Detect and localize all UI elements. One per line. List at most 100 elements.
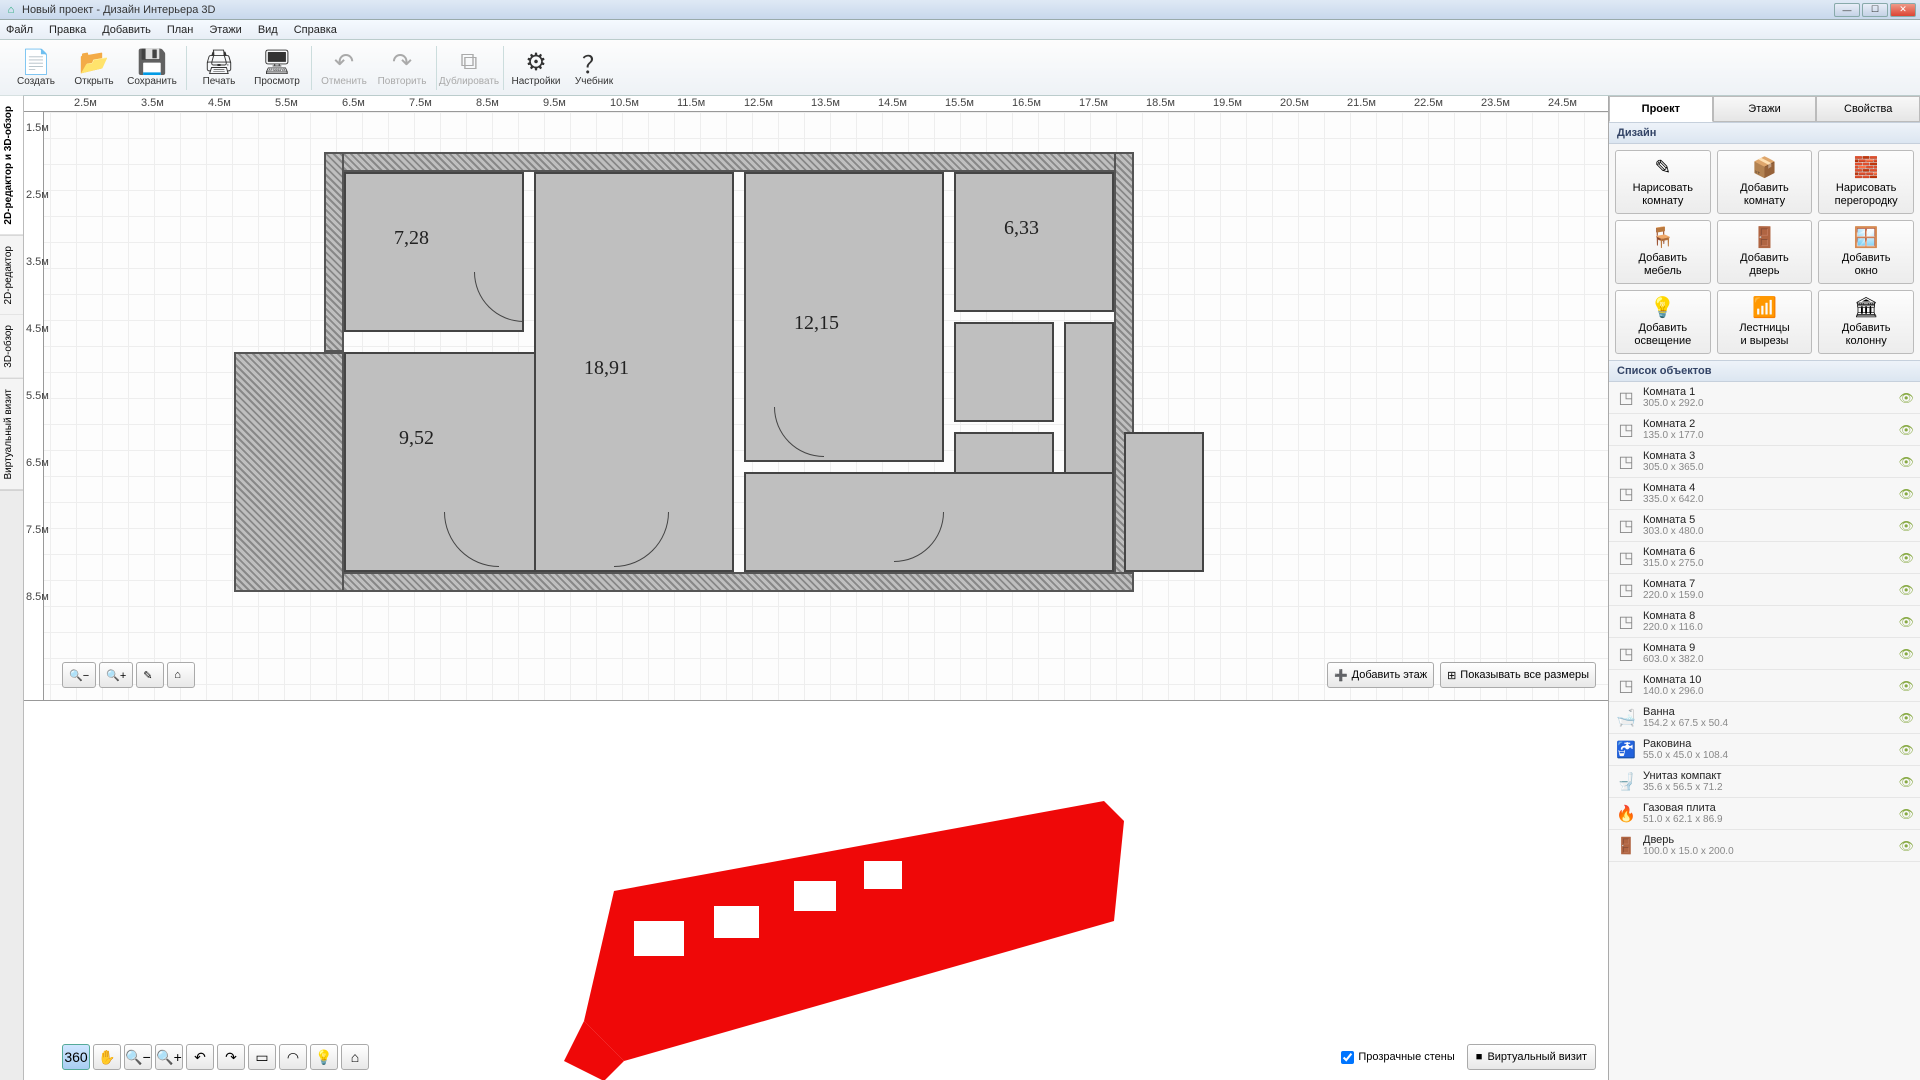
- visibility-eye-icon[interactable]: 👁: [1899, 839, 1914, 853]
- visibility-eye-icon[interactable]: 👁: [1899, 743, 1914, 757]
- object-row[interactable]: ◳Комната 5303.0 x 480.0👁: [1609, 510, 1920, 542]
- lasso-button[interactable]: ◠: [279, 1044, 307, 1070]
- show-dimensions-button[interactable]: ⊞Показывать все размеры: [1440, 662, 1596, 688]
- home-view-button[interactable]: ⌂: [167, 662, 195, 688]
- zoom-in-3d-button[interactable]: 🔍+: [155, 1044, 183, 1070]
- object-row[interactable]: ◳Комната 8220.0 x 116.0👁: [1609, 606, 1920, 638]
- object-row[interactable]: ◳Комната 9603.0 x 382.0👁: [1609, 638, 1920, 670]
- add-window-tool[interactable]: 🪟Добавитьокно: [1818, 220, 1914, 284]
- orbit-360-button[interactable]: 360: [62, 1044, 90, 1070]
- visibility-eye-icon[interactable]: 👁: [1899, 807, 1914, 821]
- menu-Вид[interactable]: Вид: [258, 24, 278, 36]
- visibility-eye-icon[interactable]: 👁: [1899, 423, 1914, 437]
- visibility-eye-icon[interactable]: 👁: [1899, 519, 1914, 533]
- minimize-button[interactable]: —: [1834, 3, 1860, 17]
- room-4[interactable]: [744, 172, 944, 462]
- add-door-tool[interactable]: 🚪Добавитьдверь: [1717, 220, 1813, 284]
- object-row[interactable]: ◳Комната 4335.0 x 642.0👁: [1609, 478, 1920, 510]
- add-column-icon: 🏛: [1853, 297, 1878, 320]
- object-row[interactable]: 🚽Унитаз компакт35.6 x 56.5 x 71.2👁: [1609, 766, 1920, 798]
- menu-План[interactable]: План: [167, 24, 194, 36]
- object-row[interactable]: ◳Комната 10140.0 x 296.0👁: [1609, 670, 1920, 702]
- room-6[interactable]: [954, 322, 1054, 422]
- object-list[interactable]: ◳Комната 1305.0 x 292.0👁◳Комната 2135.0 …: [1609, 382, 1920, 1080]
- visibility-eye-icon[interactable]: 👁: [1899, 583, 1914, 597]
- tutorial-icon: ？: [582, 48, 606, 76]
- open-button[interactable]: 📂Открыть: [66, 42, 122, 94]
- menu-Файл[interactable]: Файл: [6, 24, 33, 36]
- right-tab-Проект[interactable]: Проект: [1609, 96, 1713, 122]
- object-row[interactable]: ◳Комната 6315.0 x 275.0👁: [1609, 542, 1920, 574]
- stairs-tool[interactable]: 📶Лестницыи вырезы: [1717, 290, 1813, 354]
- visibility-eye-icon[interactable]: 👁: [1899, 391, 1914, 405]
- menu-Справка[interactable]: Справка: [294, 24, 337, 36]
- settings-button[interactable]: ⚙Настройки: [508, 42, 564, 94]
- tutorial-button[interactable]: ？Учебник: [566, 42, 622, 94]
- rotate-right-button[interactable]: ↷: [217, 1044, 245, 1070]
- close-button[interactable]: ✕: [1890, 3, 1916, 17]
- menu-Этажи[interactable]: Этажи: [209, 24, 241, 36]
- object-row[interactable]: 🚪Дверь100.0 x 15.0 x 200.0👁: [1609, 830, 1920, 862]
- visibility-eye-icon[interactable]: 👁: [1899, 679, 1914, 693]
- object-row[interactable]: ◳Комната 2135.0 x 177.0👁: [1609, 414, 1920, 446]
- draw-tool-button[interactable]: ✎: [136, 662, 164, 688]
- visibility-eye-icon[interactable]: 👁: [1899, 551, 1914, 565]
- create-button[interactable]: 📄Создать: [8, 42, 64, 94]
- add-room-tool[interactable]: 📦Добавитькомнату: [1717, 150, 1813, 214]
- left-tab-3[interactable]: Виртуальный визит: [0, 379, 23, 491]
- object-dims: 303.0 x 480.0: [1643, 526, 1893, 537]
- add-floor-button[interactable]: ➕Добавить этаж: [1327, 662, 1434, 688]
- stairs-icon: 📶: [1752, 297, 1777, 320]
- room-5[interactable]: [954, 172, 1114, 312]
- view-3d-canvas[interactable]: 360 ✋ 🔍− 🔍+ ↶ ↷ ▭ ◠ 💡 ⌂ Прозрачные стены…: [24, 700, 1608, 1080]
- left-tab-0[interactable]: 2D-редактор и 3D-обзор: [0, 96, 23, 236]
- save-button[interactable]: 💾Сохранить: [124, 42, 180, 94]
- menu-Добавить[interactable]: Добавить: [102, 24, 151, 36]
- visibility-eye-icon[interactable]: 👁: [1899, 647, 1914, 661]
- preview-button[interactable]: 🖥Просмотр: [249, 42, 305, 94]
- view3d-tools: 360 ✋ 🔍− 🔍+ ↶ ↷ ▭ ◠ 💡 ⌂: [62, 1044, 369, 1070]
- left-tab-1[interactable]: 2D-редактор: [0, 236, 23, 316]
- virtual-visit-button[interactable]: ■Виртуальный визит: [1467, 1044, 1596, 1070]
- model-3d: [564, 761, 1124, 1080]
- light-toggle-button[interactable]: 💡: [310, 1044, 338, 1070]
- pan-button[interactable]: ✋: [93, 1044, 121, 1070]
- rotate-left-button[interactable]: ↶: [186, 1044, 214, 1070]
- visibility-eye-icon[interactable]: 👁: [1899, 711, 1914, 725]
- menu-Правка[interactable]: Правка: [49, 24, 86, 36]
- home-3d-button[interactable]: ⌂: [341, 1044, 369, 1070]
- zoom-in-button[interactable]: 🔍+: [99, 662, 133, 688]
- object-row[interactable]: ◳Комната 3305.0 x 365.0👁: [1609, 446, 1920, 478]
- visibility-eye-icon[interactable]: 👁: [1899, 615, 1914, 629]
- object-name: Комната 10: [1643, 674, 1893, 686]
- print-button[interactable]: 🖨Печать: [191, 42, 247, 94]
- add-furniture-tool[interactable]: 🪑Добавитьмебель: [1615, 220, 1711, 284]
- object-row[interactable]: 🔥Газовая плита51.0 x 62.1 x 86.9👁: [1609, 798, 1920, 830]
- right-tab-Этажи[interactable]: Этажи: [1713, 96, 1817, 122]
- draw-partition-tool[interactable]: 🧱Нарисоватьперегородку: [1818, 150, 1914, 214]
- preview-icon: 🖥: [262, 48, 292, 76]
- object-row[interactable]: 🛁Ванна154.2 x 67.5 x 50.4👁: [1609, 702, 1920, 734]
- room-2-area: 9,52: [399, 427, 434, 450]
- room-10[interactable]: [1124, 432, 1204, 572]
- rect-select-button[interactable]: ▭: [248, 1044, 276, 1070]
- add-column-tool[interactable]: 🏛Добавитьколонну: [1818, 290, 1914, 354]
- object-row[interactable]: ◳Комната 1305.0 x 292.0👁: [1609, 382, 1920, 414]
- draw-room-tool[interactable]: ✎Нарисоватькомнату: [1615, 150, 1711, 214]
- object-thumb-icon: ◳: [1615, 548, 1637, 568]
- floor-plan-canvas[interactable]: 1.5м2.5м3.5м4.5м5.5м6.5м7.5м8.5м 7,28 9,…: [24, 112, 1608, 700]
- object-dims: 135.0 x 177.0: [1643, 430, 1893, 441]
- add-light-tool[interactable]: 💡Добавитьосвещение: [1615, 290, 1711, 354]
- maximize-button[interactable]: ☐: [1862, 3, 1888, 17]
- left-tab-2[interactable]: 3D-обзор: [0, 315, 23, 379]
- zoom-out-3d-button[interactable]: 🔍−: [124, 1044, 152, 1070]
- add-furniture-icon: 🪑: [1650, 227, 1675, 250]
- visibility-eye-icon[interactable]: 👁: [1899, 455, 1914, 469]
- visibility-eye-icon[interactable]: 👁: [1899, 487, 1914, 501]
- object-row[interactable]: ◳Комната 7220.0 x 159.0👁: [1609, 574, 1920, 606]
- zoom-out-button[interactable]: 🔍−: [62, 662, 96, 688]
- visibility-eye-icon[interactable]: 👁: [1899, 775, 1914, 789]
- right-tab-Свойства[interactable]: Свойства: [1816, 96, 1920, 122]
- transparent-walls-checkbox[interactable]: Прозрачные стены: [1341, 1051, 1454, 1064]
- object-row[interactable]: 🚰Раковина55.0 x 45.0 x 108.4👁: [1609, 734, 1920, 766]
